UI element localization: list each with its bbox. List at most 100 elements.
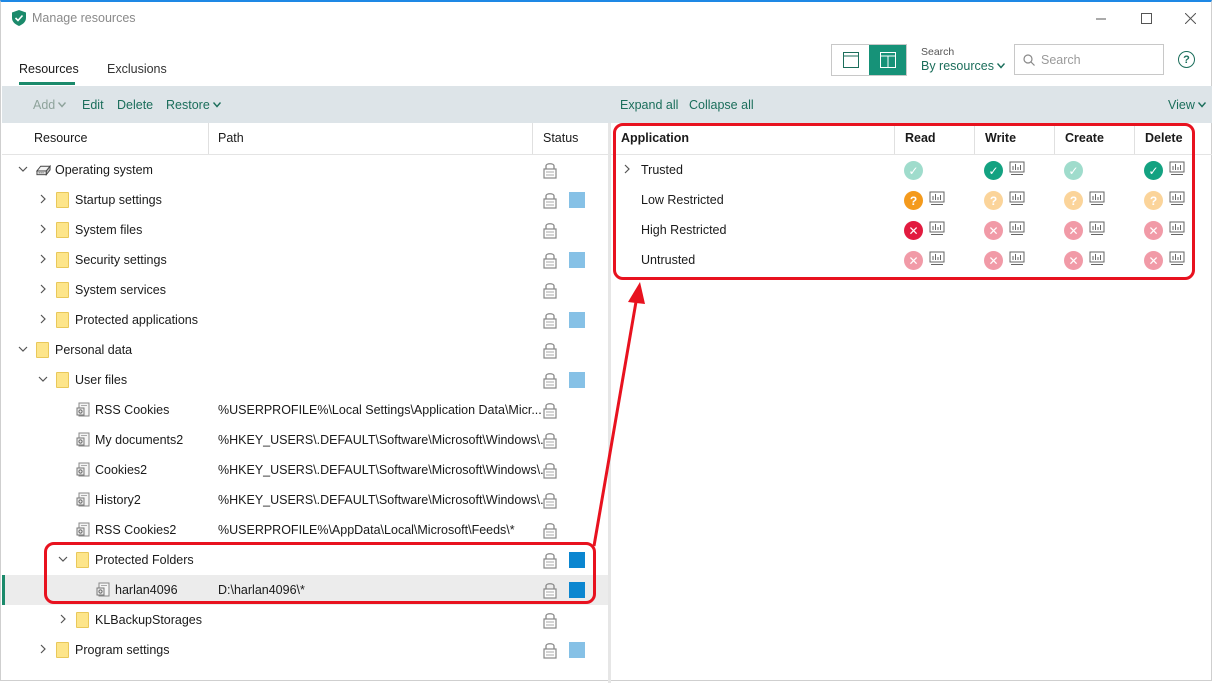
single-pane-icon: [842, 52, 859, 68]
tree-row[interactable]: Startup settings: [2, 185, 609, 215]
registry-icon: [76, 432, 90, 447]
delete-label: Delete: [117, 98, 154, 112]
add-button[interactable]: Add: [33, 98, 67, 112]
status-square[interactable]: [569, 372, 585, 388]
chevron-right-icon[interactable]: [38, 314, 48, 324]
active-tab-indicator: [19, 82, 75, 85]
title-bar: Manage resources: [1, 2, 1211, 34]
tree-row-path: %USERPROFILE%\AppData\Local\Microsoft\Fe…: [218, 523, 515, 537]
tree-row-label: RSS Cookies: [95, 403, 170, 417]
tree-row-label: History2: [95, 493, 141, 507]
minimize-button[interactable]: [1078, 2, 1124, 34]
chevron-right-icon[interactable]: [38, 644, 48, 654]
tree-row[interactable]: Protected applications: [2, 305, 609, 335]
maximize-button[interactable]: [1123, 2, 1169, 34]
delete-button[interactable]: Delete: [117, 98, 153, 112]
tree-row[interactable]: Personal data: [2, 335, 609, 365]
tree-row-path: %HKEY_USERS\.DEFAULT\Software\Microsoft\…: [218, 433, 551, 447]
selection-indicator: [2, 575, 5, 605]
annotation-permissions-box: [613, 123, 1195, 280]
chevron-down-icon: [1197, 102, 1206, 108]
tab-exclusions[interactable]: Exclusions: [107, 62, 167, 76]
folder-icon: [56, 222, 69, 238]
layout-toggle: [831, 44, 907, 76]
tree-row-label: Operating system: [55, 163, 153, 177]
folder-icon: [56, 642, 69, 658]
restore-button[interactable]: Restore: [166, 98, 221, 112]
tree-row-label: Startup settings: [75, 193, 162, 207]
window-title: Manage resources: [32, 11, 136, 25]
search-input[interactable]: [1041, 52, 1151, 67]
folder-icon: [56, 312, 69, 328]
chevron-right-icon[interactable]: [38, 254, 48, 264]
search-caption: Search: [921, 46, 955, 58]
tree-row[interactable]: User files: [2, 365, 609, 395]
restore-label: Restore: [166, 98, 210, 112]
column-divider[interactable]: [532, 123, 533, 154]
close-icon: [1184, 12, 1196, 24]
status-square[interactable]: [569, 252, 585, 268]
folder-icon: [56, 282, 69, 298]
folder-icon: [56, 192, 69, 208]
lock-icon: [543, 253, 557, 269]
tree-row[interactable]: RSS Cookies %USERPROFILE%\Local Settings\…: [2, 395, 609, 425]
expand-all-label: Expand all: [620, 98, 679, 112]
tree-row-label: System files: [75, 223, 143, 237]
status-square[interactable]: [569, 642, 585, 658]
column-header-path[interactable]: Path: [218, 123, 244, 154]
tree-row[interactable]: KLBackupStorages: [2, 605, 609, 635]
column-header-resource[interactable]: Resource: [34, 123, 88, 154]
toolbar: Add Edit Delete Restore Expand all Colla…: [2, 86, 1212, 123]
expand-all-button[interactable]: Expand all: [620, 98, 678, 112]
lock-icon: [543, 493, 557, 509]
column-header-status[interactable]: Status: [543, 123, 578, 154]
tree-row-label: System services: [75, 283, 166, 297]
lock-icon: [543, 523, 557, 539]
chevron-down-icon[interactable]: [18, 164, 28, 174]
minimize-icon: [1095, 18, 1106, 19]
chevron-down-icon[interactable]: [38, 374, 48, 384]
tab-resources[interactable]: Resources: [19, 62, 79, 76]
lock-icon: [543, 193, 557, 209]
chevron-right-icon[interactable]: [58, 614, 68, 624]
tree-row[interactable]: Operating system: [2, 155, 609, 185]
status-square[interactable]: [569, 312, 585, 328]
column-divider[interactable]: [208, 123, 209, 154]
edit-button[interactable]: Edit: [82, 98, 104, 112]
status-square[interactable]: [569, 192, 585, 208]
search-mode-dropdown[interactable]: By resources: [921, 59, 1005, 73]
search-box[interactable]: [1014, 44, 1164, 75]
chevron-right-icon[interactable]: [38, 224, 48, 234]
tree-row[interactable]: Program settings: [2, 635, 609, 665]
tree-row[interactable]: My documents2 %HKEY_USERS\.DEFAULT\Softwa…: [2, 425, 609, 455]
tree-row-path: %USERPROFILE%\Local Settings\Application…: [218, 403, 542, 417]
maximize-icon: [1140, 12, 1152, 24]
chevron-right-icon[interactable]: [38, 284, 48, 294]
folder-icon: [56, 372, 69, 388]
lock-icon: [543, 463, 557, 479]
view-button[interactable]: View: [1168, 98, 1206, 112]
collapse-all-label: Collapse all: [689, 98, 754, 112]
chevron-down-icon[interactable]: [18, 344, 28, 354]
tree-row[interactable]: Cookies2 %HKEY_USERS\.DEFAULT\Software\Mi…: [2, 455, 609, 485]
help-icon[interactable]: ?: [1178, 51, 1195, 68]
add-label: Add: [33, 98, 56, 112]
lock-icon: [543, 373, 557, 389]
tree-row[interactable]: RSS Cookies2 %USERPROFILE%\AppData\Local\…: [2, 515, 609, 545]
collapse-all-button[interactable]: Collapse all: [689, 98, 754, 112]
tree-row[interactable]: System files: [2, 215, 609, 245]
tree-row[interactable]: Security settings: [2, 245, 609, 275]
lock-icon: [543, 403, 557, 419]
tree-row[interactable]: History2 %HKEY_USERS\.DEFAULT\Software\Mi…: [2, 485, 609, 515]
chevron-right-icon[interactable]: [38, 194, 48, 204]
chevron-down-icon: [58, 102, 67, 108]
single-pane-view-button[interactable]: [832, 45, 869, 75]
annotation-protected-folders-box: [44, 542, 596, 604]
folder-icon: [56, 252, 69, 268]
tree-row-label: Protected applications: [75, 313, 198, 327]
tree-row-label: Cookies2: [95, 463, 148, 477]
split-pane-view-button[interactable]: [869, 45, 906, 75]
close-button[interactable]: [1167, 2, 1212, 34]
folder-icon: [76, 612, 89, 628]
tree-row[interactable]: System services: [2, 275, 609, 305]
